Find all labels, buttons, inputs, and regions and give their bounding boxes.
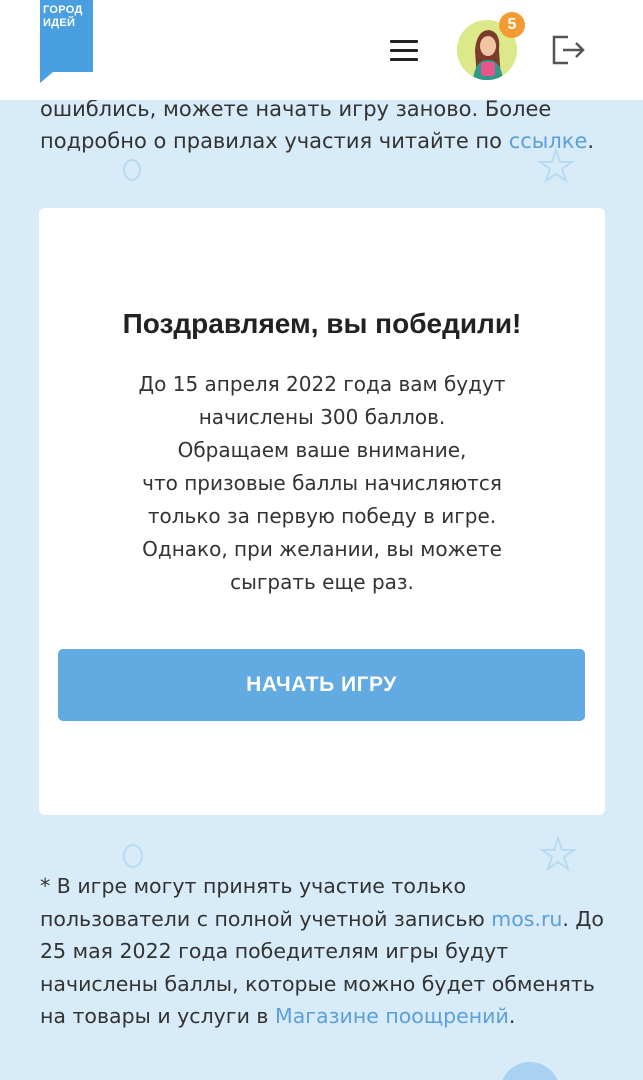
logout-button[interactable]	[550, 34, 586, 66]
footer-note-text-end: .	[508, 1004, 516, 1028]
result-message-line: Однако, при желании, вы можете	[142, 537, 502, 561]
intro-text: ошиблись, можете начать игру заново. Бол…	[40, 97, 552, 153]
logo-line-1: ГОРОД	[43, 4, 83, 16]
app-header: ГОРОД ИДЕЙ 5	[0, 0, 643, 100]
result-message-line: Обращаем ваше внимание,	[177, 438, 467, 462]
result-card: Поздравляем, вы победили! До 15 апреля 2…	[39, 208, 605, 815]
result-message: До 15 апреля 2022 года вам будут начисле…	[69, 368, 575, 599]
result-message-line: начислены 300 баллов.	[198, 405, 446, 429]
logo-line-2: ИДЕЙ	[43, 17, 76, 29]
rules-link[interactable]: ссылке	[509, 129, 588, 153]
mos-ru-link[interactable]: mos.ru	[491, 907, 562, 931]
logout-icon	[552, 35, 585, 65]
result-message-line: сыграть еще раз.	[230, 570, 414, 594]
hamburger-icon-line	[390, 49, 418, 52]
hamburger-icon	[390, 40, 418, 43]
intro-text-end: .	[587, 129, 595, 153]
hamburger-menu-button[interactable]	[390, 40, 418, 62]
hamburger-icon-line	[390, 58, 418, 61]
result-message-line: только за первую победу в игре.	[147, 504, 497, 528]
start-game-button[interactable]: НАЧАТЬ ИГРУ	[58, 649, 585, 721]
logo[interactable]: ГОРОД ИДЕЙ	[40, 0, 93, 83]
rewards-shop-link[interactable]: Магазине поощрений	[275, 1004, 509, 1028]
footer-note-text: * В игре могут принять участие только по…	[40, 874, 492, 931]
result-message-line: До 15 апреля 2022 года вам будут	[138, 372, 506, 396]
result-title: Поздравляем, вы победили!	[122, 308, 522, 339]
result-message-line: что призовые баллы начисляются	[142, 471, 502, 495]
notification-badge: 5	[499, 12, 525, 38]
footer-note: * В игре могут принять участие только по…	[40, 870, 620, 1033]
logo-text: ГОРОД ИДЕЙ	[43, 4, 93, 30]
rules-intro-text: ошиблись, можете начать игру заново. Бол…	[40, 93, 620, 157]
